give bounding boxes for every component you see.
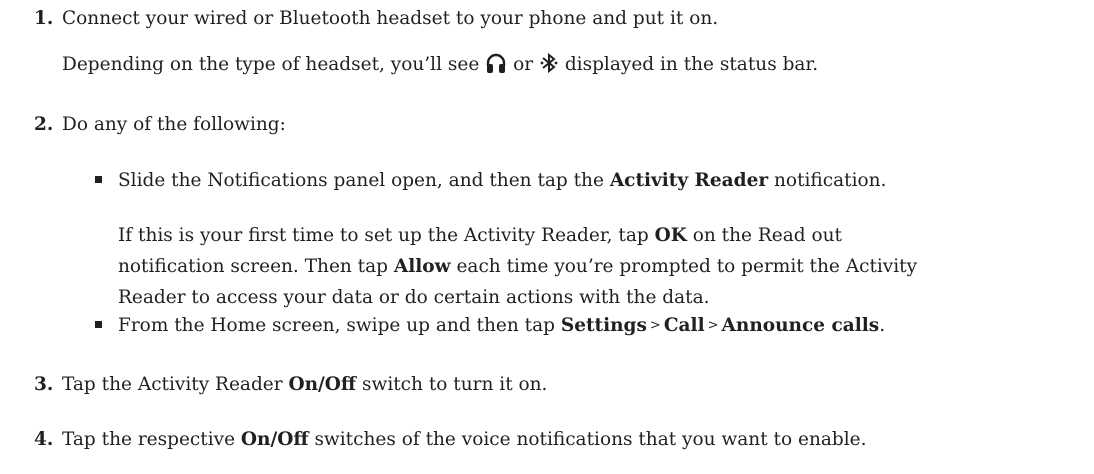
bullet-1-para-line-3: Reader to access your data or do certain… <box>118 287 710 308</box>
step-3-post: switch to turn it on. <box>362 374 548 395</box>
path-separator: > <box>707 318 719 333</box>
allow-label: Allow <box>393 256 451 277</box>
para-l2-post: each time you’re prompted to permit the … <box>456 256 918 277</box>
path-separator: > <box>649 318 661 333</box>
step-4-text: Tap the respective On/Off switches of th… <box>62 427 866 453</box>
bullet-1-text: Slide the Notifications panel open, and … <box>118 168 886 194</box>
on-off-label: On/Off <box>240 429 309 450</box>
step-1-note: Depending on the type of headset, you’ll… <box>62 52 818 82</box>
step-4-pre: Tap the respective <box>62 429 236 450</box>
bullet-1-para-line-2: notification screen. Then tap Allow each… <box>118 254 917 280</box>
step-1-note-before: Depending on the type of headset, you’ll… <box>62 54 480 75</box>
step-3-number: 3. <box>34 374 54 395</box>
step-1-number: 1. <box>34 8 54 29</box>
step-2-text: Do any of the following: <box>62 114 286 135</box>
activity-reader-label: Activity Reader <box>609 170 769 191</box>
step-1-note-after: displayed in the status bar. <box>564 54 819 75</box>
para-l1-pre: If this is your first time to set up the… <box>118 225 649 246</box>
step-2-number: 2. <box>34 114 54 135</box>
step-1-text: Connect your wired or Bluetooth headset … <box>62 8 719 29</box>
on-off-label: On/Off <box>288 374 357 395</box>
step-3-pre: Tap the Activity Reader <box>62 374 283 395</box>
bullet-2-text: From the Home screen, swipe up and then … <box>118 313 885 339</box>
bullet-1-para-line-1: If this is your first time to set up the… <box>118 223 842 249</box>
bullet-2-pre: From the Home screen, swipe up and then … <box>118 315 555 336</box>
settings-label: Settings <box>560 315 647 336</box>
bullet-1-pre: Slide the Notifications panel open, and … <box>118 170 604 191</box>
step-3-text: Tap the Activity Reader On/Off switch to… <box>62 372 547 398</box>
call-label: Call <box>663 315 705 336</box>
headset-icon <box>485 52 507 82</box>
step-4-number: 4. <box>34 429 54 450</box>
bullet-marker <box>95 176 102 183</box>
bullet-1-post: notification. <box>774 170 887 191</box>
para-l1-post: on the Read out <box>692 225 842 246</box>
step-4-post: switches of the voice notifications that… <box>314 429 867 450</box>
announce-calls-label: Announce calls <box>721 315 880 336</box>
ok-label: OK <box>654 225 687 246</box>
para-l2-pre: notification screen. Then tap <box>118 256 388 277</box>
bluetooth-icon <box>539 52 559 82</box>
step-1-note-or: or <box>513 54 534 75</box>
instruction-page: 1. Connect your wired or Bluetooth heads… <box>0 0 1094 474</box>
bullet-2-post: . <box>879 315 886 336</box>
bullet-marker <box>95 321 102 328</box>
